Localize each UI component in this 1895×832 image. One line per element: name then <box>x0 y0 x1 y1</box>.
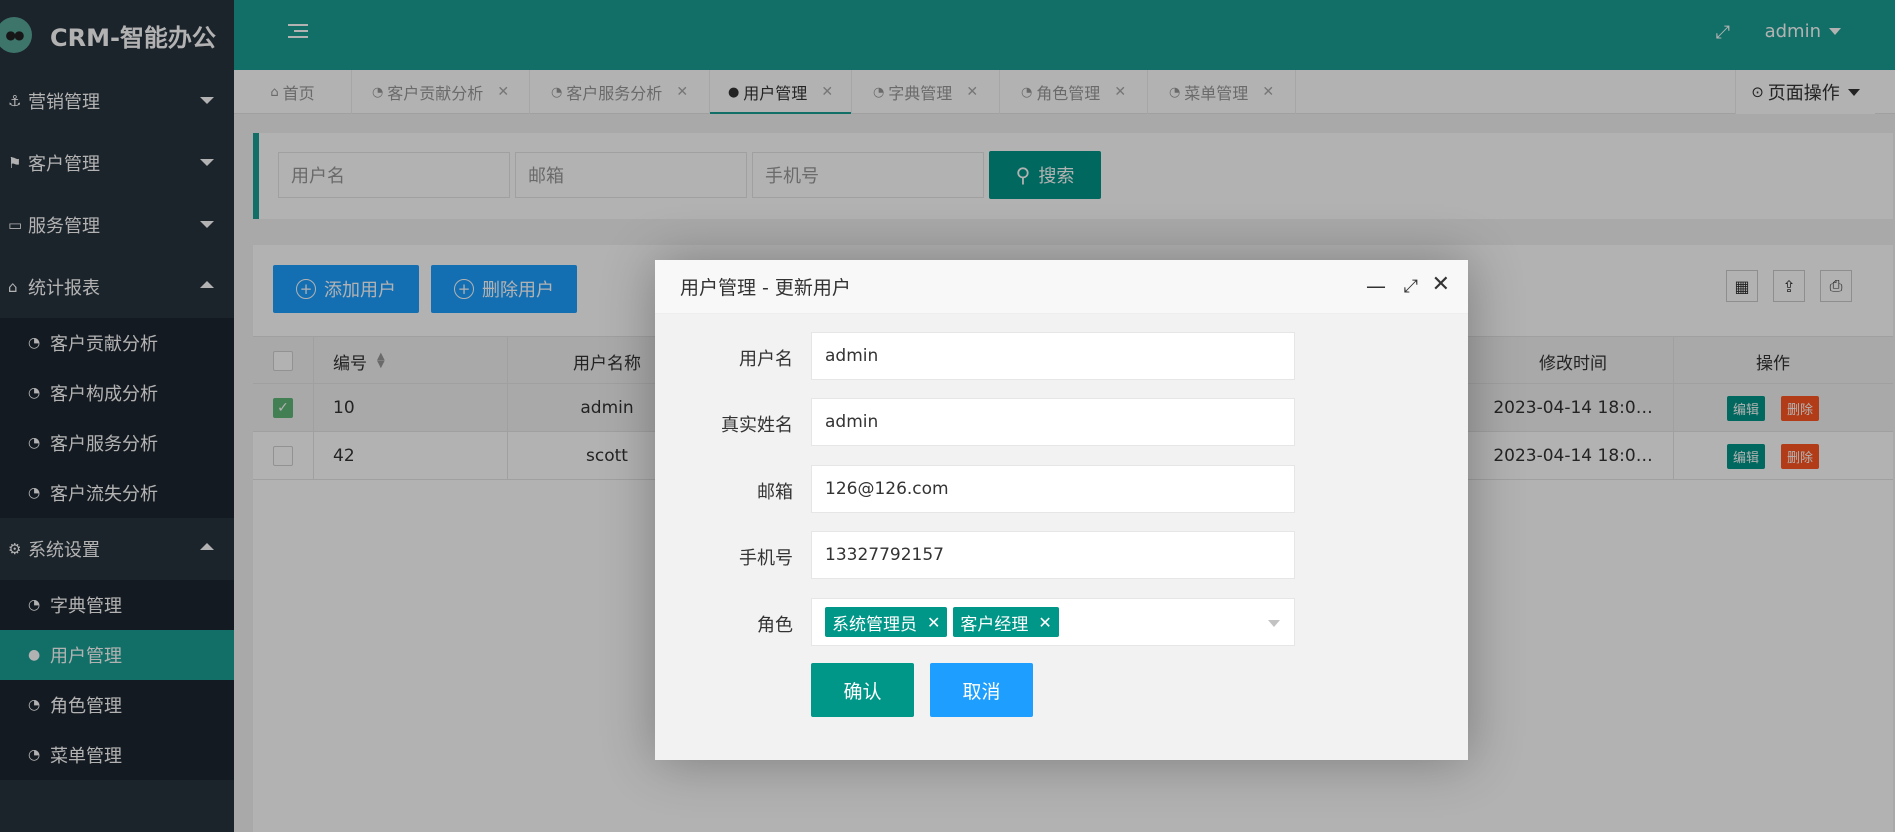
email-label: 邮箱 <box>757 482 793 503</box>
close-icon[interactable]: ✕ <box>1038 613 1051 632</box>
form-row-phone: 手机号 13327792157 <box>655 531 1468 579</box>
username-label: 用户名 <box>739 349 793 370</box>
form-row-realname: 真实姓名 admin <box>655 398 1468 446</box>
phone-field[interactable]: 13327792157 <box>811 531 1295 579</box>
cancel-button[interactable]: 取消 <box>930 663 1033 717</box>
caret-down-icon <box>1268 620 1280 627</box>
role-label: 角色 <box>757 615 793 636</box>
minimize-icon[interactable]: — <box>1366 274 1386 298</box>
dialog-title-bar: 用户管理 - 更新用户 — ⤢ ✕ <box>655 260 1468 314</box>
email-field[interactable]: 126@126.com <box>811 465 1295 513</box>
username-field[interactable]: admin <box>811 332 1295 380</box>
role-select[interactable]: 系统管理员 ✕ 客户经理 ✕ <box>811 598 1295 646</box>
realname-label: 真实姓名 <box>721 415 793 436</box>
maximize-icon[interactable]: ⤢ <box>1404 276 1418 297</box>
role-tag-label: 客户经理 <box>960 614 1029 635</box>
realname-field[interactable]: admin <box>811 398 1295 446</box>
close-icon[interactable]: ✕ <box>1432 272 1450 297</box>
close-icon[interactable]: ✕ <box>927 613 940 632</box>
role-tag: 客户经理 ✕ <box>953 607 1059 637</box>
form-row-email: 邮箱 126@126.com <box>655 465 1468 513</box>
dialog-title: 用户管理 - 更新用户 <box>680 277 851 299</box>
phone-label: 手机号 <box>739 548 793 569</box>
form-row-role: 角色 系统管理员 ✕ 客户经理 ✕ <box>655 598 1468 646</box>
role-tag: 系统管理员 ✕ <box>825 607 948 637</box>
confirm-button[interactable]: 确认 <box>811 663 914 717</box>
form-row-username: 用户名 admin <box>655 332 1468 380</box>
update-user-dialog: 用户管理 - 更新用户 — ⤢ ✕ 用户名 admin 真实姓名 admin 邮… <box>655 260 1468 760</box>
role-tag-label: 系统管理员 <box>832 614 917 635</box>
